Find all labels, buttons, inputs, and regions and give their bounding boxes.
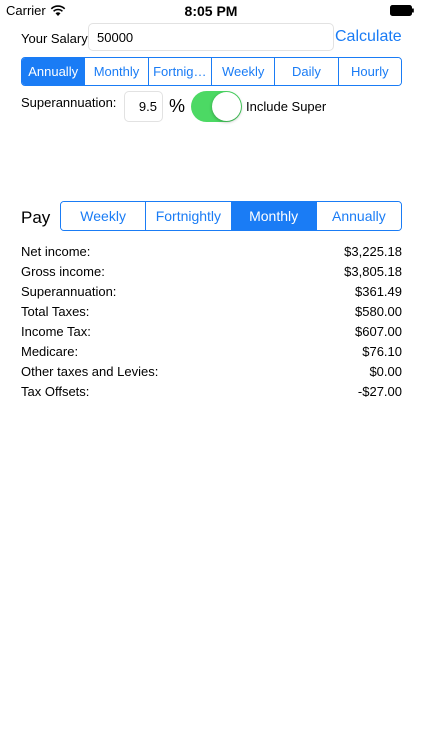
segment-daily[interactable]: Daily [274,58,338,85]
salary-calculator-screen: Carrier 8:05 PM Your Salary: Calculate A… [0,0,422,750]
status-time: 8:05 PM [184,3,238,19]
segment-fortnightly[interactable]: Fortnig… [147,58,211,85]
result-label: Other taxes and Levies: [21,364,159,379]
result-label: Gross income: [21,264,105,279]
segment-annually[interactable]: Annually [22,58,85,85]
period-segmented-control: Annually Monthly Fortnig… Weekly Daily H… [21,57,402,86]
superannuation-label: Superannuation: [21,95,117,110]
pay-segment-weekly[interactable]: Weekly [61,202,146,230]
include-super-toggle[interactable] [191,91,242,122]
result-row-gross-income: Gross income: $3,805.18 [21,262,402,282]
pay-segment-annually[interactable]: Annually [315,202,401,230]
result-row-income-tax: Income Tax: $607.00 [21,322,402,342]
pay-label: Pay [21,208,51,227]
result-value: $607.00 [355,324,402,339]
pay-segmented-control: Weekly Fortnightly Monthly Annually [60,201,402,231]
result-row-other-taxes: Other taxes and Levies: $0.00 [21,362,402,382]
result-row-superannuation: Superannuation: $361.49 [21,282,402,302]
result-row-tax-offsets: Tax Offsets: -$27.00 [21,382,402,402]
percent-sign: % [169,96,186,116]
salary-label: Your Salary: [21,31,92,46]
result-label: Income Tax: [21,324,91,339]
result-row-net-income: Net income: $3,225.18 [21,242,402,262]
result-label: Tax Offsets: [21,384,90,399]
result-row-medicare: Medicare: $76.10 [21,342,402,362]
result-value: $361.49 [355,284,402,299]
status-bar: Carrier 8:05 PM [0,0,422,22]
result-value: $3,805.18 [344,264,402,279]
result-value: -$27.00 [357,384,402,399]
result-value: $0.00 [369,364,402,379]
result-label: Total Taxes: [21,304,90,319]
toggle-knob [212,92,241,121]
results-list: Net income: $3,225.18 Gross income: $3,8… [21,242,402,402]
pay-segment-fortnightly[interactable]: Fortnightly [145,202,231,230]
include-super-label: Include Super [246,99,327,114]
result-value: $3,225.18 [344,244,402,259]
result-label: Medicare: [21,344,79,359]
segment-monthly[interactable]: Monthly [84,58,148,85]
result-value: $580.00 [355,304,402,319]
segment-weekly[interactable]: Weekly [210,58,275,85]
battery-icon [390,5,414,16]
result-value: $76.10 [362,344,402,359]
result-label: Net income: [21,244,91,259]
pay-segment-monthly[interactable]: Monthly [230,202,316,230]
result-row-total-taxes: Total Taxes: $580.00 [21,302,402,322]
calculate-button[interactable]: Calculate [335,28,402,46]
segment-hourly[interactable]: Hourly [337,58,401,85]
result-label: Superannuation: [21,284,117,299]
superannuation-rate-input[interactable] [124,91,163,122]
salary-input[interactable] [88,23,334,51]
